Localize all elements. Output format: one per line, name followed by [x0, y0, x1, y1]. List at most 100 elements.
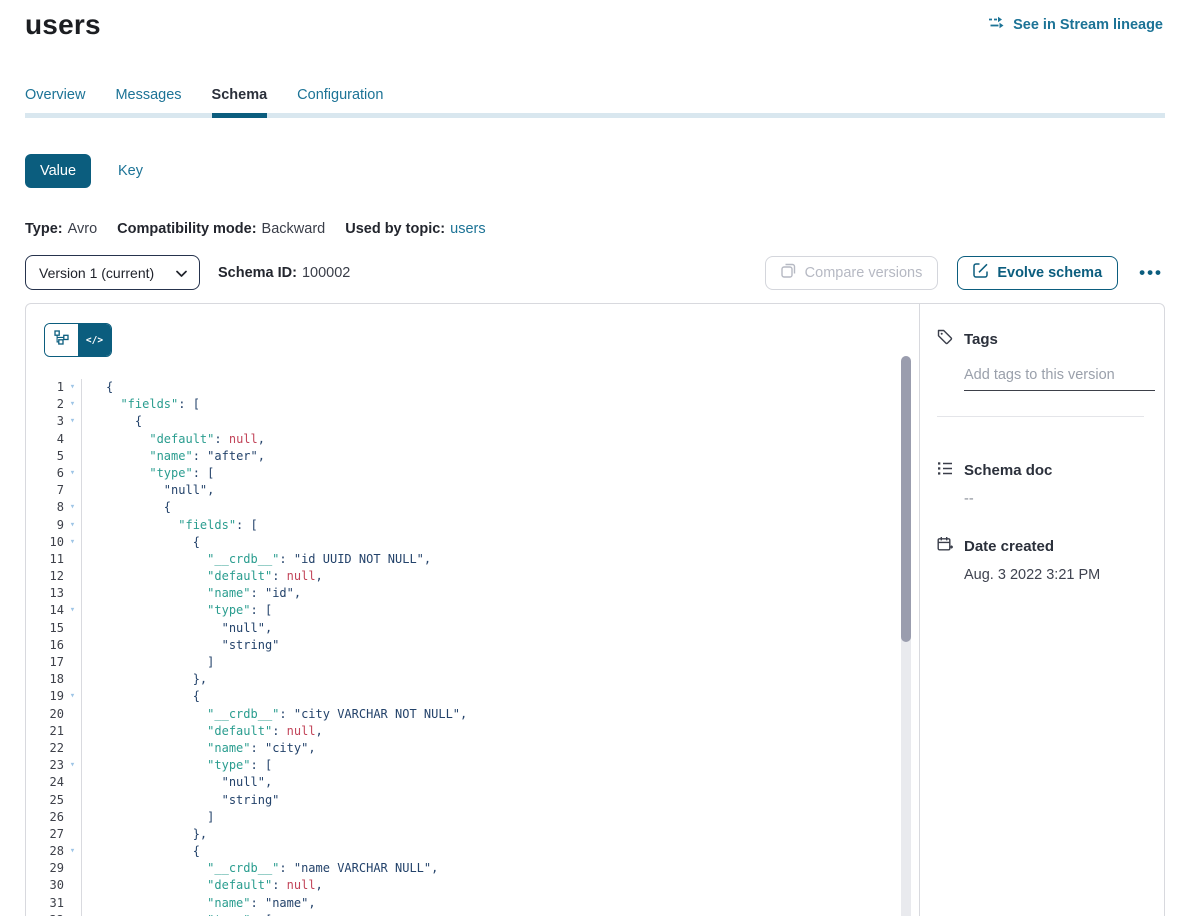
code-text[interactable]: { — [81, 534, 919, 551]
code-text[interactable]: "name": "name", — [81, 895, 919, 912]
token-p: { — [164, 500, 171, 514]
code-text[interactable]: }, — [81, 671, 919, 688]
compare-versions-button[interactable]: Compare versions — [765, 256, 939, 290]
date-created-value: Aug. 3 2022 3:21 PM — [964, 567, 1144, 583]
fold-toggle-icon[interactable]: ▾ — [64, 912, 81, 916]
line-number: 13 — [26, 585, 64, 602]
line-number: 24 — [26, 774, 64, 791]
fold-gutter — [64, 431, 81, 448]
token-p: : — [279, 552, 293, 566]
code-text[interactable]: "default": null, — [81, 431, 919, 448]
code-text[interactable]: "null", — [81, 620, 919, 637]
fold-gutter — [64, 809, 81, 826]
more-actions-button[interactable]: ••• — [1137, 263, 1165, 283]
token-str: "string" — [222, 793, 280, 807]
fold-toggle-icon[interactable]: ▾ — [64, 517, 81, 534]
version-select[interactable]: Version 1 (current) — [25, 255, 200, 290]
code-line: 3▾ { — [26, 413, 919, 430]
code-text[interactable]: { — [81, 688, 919, 705]
code-text[interactable]: { — [81, 499, 919, 516]
token-p: ] — [207, 655, 214, 669]
tab-messages[interactable]: Messages — [115, 87, 181, 113]
token-str: "id" — [265, 586, 294, 600]
line-number: 4 — [26, 431, 64, 448]
token-p: , — [207, 483, 214, 497]
line-number: 16 — [26, 637, 64, 654]
fold-toggle-icon[interactable]: ▾ — [64, 465, 81, 482]
code-text[interactable]: { — [81, 413, 919, 430]
code-text[interactable]: "type": [ — [81, 757, 919, 774]
token-str: "city VARCHAR NOT NULL" — [294, 707, 460, 721]
schema-id: Schema ID:100002 — [218, 265, 350, 281]
code-text[interactable]: "default": null, — [81, 877, 919, 894]
code-text[interactable]: "__crdb__": "city VARCHAR NOT NULL", — [81, 706, 919, 723]
tab-overview[interactable]: Overview — [25, 87, 85, 113]
compatibility-value: Backward — [262, 221, 326, 237]
code-text[interactable]: "string" — [81, 792, 919, 809]
code-text[interactable]: "null", — [81, 482, 919, 499]
tree-view-button[interactable] — [45, 324, 78, 356]
fold-toggle-icon[interactable]: ▾ — [64, 396, 81, 413]
calendar-plus-icon — [937, 536, 953, 556]
stream-lineage-link[interactable]: See in Stream lineage — [988, 16, 1163, 33]
editor-scrollbar-thumb[interactable] — [901, 356, 911, 642]
code-text[interactable]: "fields": [ — [81, 396, 919, 413]
date-created-heading: Date created — [964, 538, 1054, 555]
schema-id-value: 100002 — [302, 265, 350, 281]
code-text[interactable]: "__crdb__": "name VARCHAR NULL", — [81, 860, 919, 877]
line-number: 9 — [26, 517, 64, 534]
fold-toggle-icon[interactable]: ▾ — [64, 843, 81, 860]
add-tags-input[interactable] — [964, 365, 1155, 391]
code-text[interactable]: "name": "after", — [81, 448, 919, 465]
fold-toggle-icon[interactable]: ▾ — [64, 534, 81, 551]
code-text[interactable]: "default": null, — [81, 568, 919, 585]
token-p: : [ — [178, 397, 200, 411]
token-p: : — [251, 896, 265, 910]
token-key: "default" — [207, 724, 272, 738]
code-text[interactable]: "__crdb__": "id UUID NOT NULL", — [81, 551, 919, 568]
editor-scrollbar-track[interactable] — [901, 356, 911, 916]
code-text[interactable]: "type": [ — [81, 602, 919, 619]
tab-schema[interactable]: Schema — [212, 87, 268, 113]
fold-toggle-icon[interactable]: ▾ — [64, 499, 81, 516]
token-str: "name" — [265, 896, 308, 910]
line-number: 10 — [26, 534, 64, 551]
code-text[interactable]: ] — [81, 654, 919, 671]
code-line: 4 "default": null, — [26, 431, 919, 448]
evolve-schema-button[interactable]: Evolve schema — [957, 256, 1118, 290]
code-line: 32▾ "type": [ — [26, 912, 919, 916]
key-toggle-button[interactable]: Key — [118, 163, 143, 179]
code-editor[interactable]: 1▾{2▾ "fields": [3▾ {4 "default": null,5… — [26, 379, 919, 916]
code-text[interactable]: "name": "city", — [81, 740, 919, 757]
code-text[interactable]: "null", — [81, 774, 919, 791]
code-line: 31 "name": "name", — [26, 895, 919, 912]
compare-versions-label: Compare versions — [805, 265, 923, 281]
code-text[interactable]: { — [81, 379, 919, 396]
code-text[interactable]: }, — [81, 826, 919, 843]
token-str: "name VARCHAR NULL" — [294, 861, 431, 875]
code-text[interactable]: { — [81, 843, 919, 860]
code-line: 6▾ "type": [ — [26, 465, 919, 482]
code-text[interactable]: "type": [ — [81, 465, 919, 482]
code-text[interactable]: "fields": [ — [81, 517, 919, 534]
evolve-schema-label: Evolve schema — [997, 265, 1102, 281]
code-text[interactable]: "type": [ — [81, 912, 919, 916]
fold-toggle-icon[interactable]: ▾ — [64, 602, 81, 619]
fold-toggle-icon[interactable]: ▾ — [64, 757, 81, 774]
code-text[interactable]: "string" — [81, 637, 919, 654]
tab-configuration[interactable]: Configuration — [297, 87, 383, 113]
fold-toggle-icon[interactable]: ▾ — [64, 688, 81, 705]
code-view-button[interactable]: </> — [78, 324, 111, 356]
fold-toggle-icon[interactable]: ▾ — [64, 413, 81, 430]
code-text[interactable]: ] — [81, 809, 919, 826]
tags-section: Tags — [937, 329, 1144, 417]
line-number: 12 — [26, 568, 64, 585]
code-text[interactable]: "name": "id", — [81, 585, 919, 602]
evolve-schema-icon — [973, 263, 988, 282]
schema-doc-heading: Schema doc — [964, 462, 1052, 479]
code-text[interactable]: "default": null, — [81, 723, 919, 740]
fold-toggle-icon[interactable]: ▾ — [64, 379, 81, 396]
token-str: "null" — [222, 621, 265, 635]
used-by-topic-link[interactable]: users — [450, 221, 485, 237]
value-toggle-button[interactable]: Value — [25, 154, 91, 188]
